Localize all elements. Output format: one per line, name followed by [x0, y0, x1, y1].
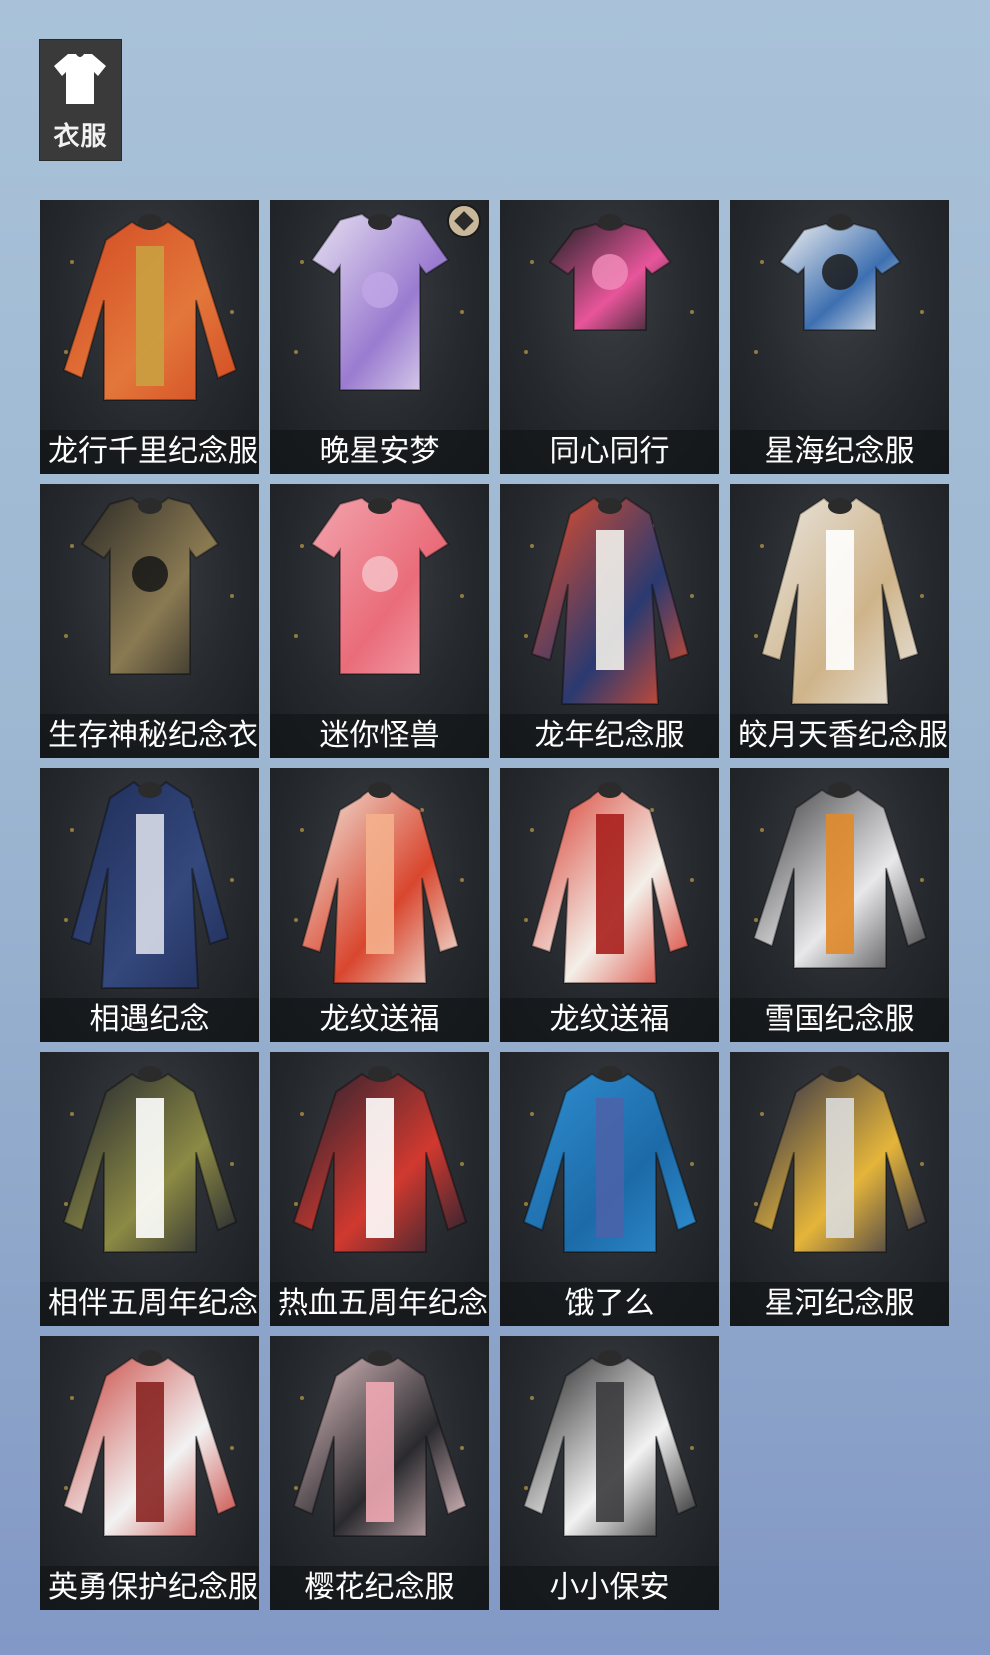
outfit-preview-image — [70, 780, 230, 989]
outfit-card[interactable]: 晚星安梦 — [270, 200, 489, 474]
outfit-preview-image — [760, 496, 920, 705]
outfit-card[interactable]: 龙年纪念服 — [500, 484, 719, 758]
outfit-preview-image — [530, 496, 690, 705]
category-tab-label: 衣服 — [53, 122, 108, 152]
special-badge-icon — [447, 204, 481, 238]
outfit-name: 龙行千里纪念服 — [40, 430, 259, 474]
outfit-card[interactable]: 皎月天香纪念服 — [730, 484, 949, 758]
outfit-name: 皎月天香纪念服 — [730, 714, 949, 758]
outfit-preview-image — [292, 1066, 468, 1253]
outfit-card[interactable]: 英勇保护纪念服 — [40, 1336, 259, 1610]
outfit-name: 龙年纪念服 — [500, 714, 719, 758]
outfit-preview-image — [300, 782, 460, 984]
outfit-name: 相遇纪念 — [40, 998, 259, 1042]
outfit-card[interactable]: 迷你怪兽 — [270, 484, 489, 758]
outfit-card[interactable]: 龙纹送福 — [500, 768, 719, 1042]
outfit-name: 龙纹送福 — [270, 998, 489, 1042]
outfit-card[interactable]: 龙行千里纪念服 — [40, 200, 259, 474]
outfit-card[interactable]: 星海纪念服 — [730, 200, 949, 474]
outfit-preview-image — [62, 1066, 238, 1253]
outfit-card[interactable]: 饿了么 — [500, 1052, 719, 1326]
outfit-name: 相伴五周年纪念服 — [40, 1282, 259, 1326]
outfit-name: 迷你怪兽 — [270, 714, 489, 758]
outfit-preview-image — [530, 782, 690, 984]
outfit-name: 晚星安梦 — [270, 430, 489, 474]
outfit-name: 生存神秘纪念衣 — [40, 714, 259, 758]
outfit-preview-image — [62, 1350, 238, 1537]
outfit-card[interactable]: 樱花纪念服 — [270, 1336, 489, 1610]
tshirt-icon — [54, 54, 106, 104]
outfit-name: 热血五周年纪念服 — [270, 1282, 489, 1326]
outfit-preview-image — [310, 496, 450, 675]
outfit-name: 同心同行 — [500, 430, 719, 474]
category-tab-clothing[interactable]: 衣服 — [40, 40, 121, 160]
outfit-preview-image — [80, 496, 220, 675]
outfit-name: 小小保安 — [500, 1566, 719, 1610]
outfit-preview-image — [522, 1350, 698, 1537]
outfit-preview-image — [522, 1066, 698, 1253]
outfit-preview-image — [778, 214, 902, 331]
outfit-preview-image — [752, 1066, 928, 1253]
outfit-card[interactable]: 雪国纪念服 — [730, 768, 949, 1042]
outfit-name: 饿了么 — [500, 1282, 719, 1326]
outfit-name: 龙纹送福 — [500, 998, 719, 1042]
outfit-preview-image — [752, 782, 928, 969]
outfit-name: 英勇保护纪念服 — [40, 1566, 259, 1610]
outfit-preview-image — [548, 214, 672, 331]
outfit-card[interactable]: 同心同行 — [500, 200, 719, 474]
outfit-card[interactable]: 热血五周年纪念服 — [270, 1052, 489, 1326]
outfit-grid: 龙行千里纪念服 晚星安梦 同心同行 星海纪念服生存神秘纪念衣 迷你怪兽 龙年纪念服 皎月天香… — [40, 200, 949, 1610]
outfit-name: 星河纪念服 — [730, 1282, 949, 1326]
outfit-preview-image — [62, 214, 238, 401]
outfit-card[interactable]: 相遇纪念 — [40, 768, 259, 1042]
outfit-card[interactable]: 龙纹送福 — [270, 768, 489, 1042]
outfit-preview-image — [292, 1350, 468, 1537]
outfit-card[interactable]: 星河纪念服 — [730, 1052, 949, 1326]
outfit-card[interactable]: 相伴五周年纪念服 — [40, 1052, 259, 1326]
outfit-name: 星海纪念服 — [730, 430, 949, 474]
outfit-card[interactable]: 小小保安 — [500, 1336, 719, 1610]
outfit-name: 雪国纪念服 — [730, 998, 949, 1042]
outfit-name: 樱花纪念服 — [270, 1566, 489, 1610]
outfit-card[interactable]: 生存神秘纪念衣 — [40, 484, 259, 758]
